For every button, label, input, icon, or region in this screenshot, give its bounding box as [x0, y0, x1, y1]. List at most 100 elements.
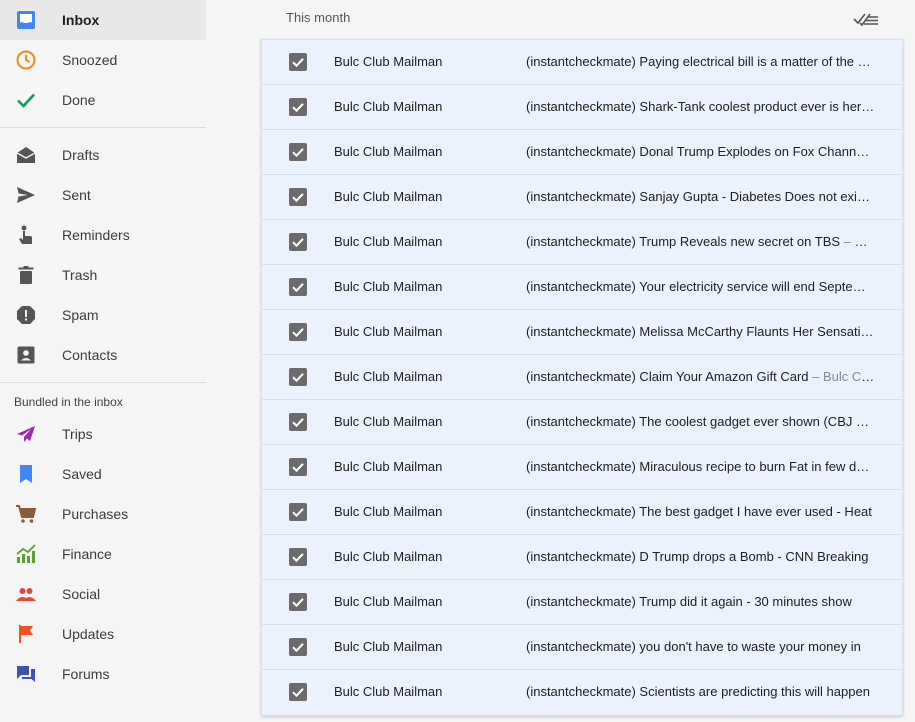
- email-row[interactable]: Bulc Club Mailman (instantcheckmate) Tru…: [262, 580, 902, 625]
- sidebar-item-snoozed[interactable]: Snoozed: [0, 40, 206, 80]
- sidebar-item-label: Contacts: [62, 347, 118, 363]
- sidebar-divider: [0, 382, 206, 383]
- flag-icon: [14, 622, 38, 646]
- email-sender: Bulc Club Mailman: [334, 684, 443, 699]
- sidebar-item-purchases[interactable]: Purchases: [0, 494, 206, 534]
- email-row[interactable]: Bulc Club Mailman (instantcheckmate) Pay…: [262, 40, 902, 85]
- email-subject-line: (instantcheckmate) Sanjay Gupta - Diabet…: [526, 175, 876, 219]
- select-checkbox[interactable]: [289, 458, 307, 476]
- drafts-icon: [14, 143, 38, 167]
- email-subject-line: (instantcheckmate) Scientists are predic…: [526, 670, 876, 714]
- sidebar-item-label: Forums: [62, 666, 110, 682]
- select-checkbox[interactable]: [289, 593, 307, 611]
- select-checkbox[interactable]: [289, 98, 307, 116]
- sidebar-item-label: Finance: [62, 546, 112, 562]
- select-checkbox[interactable]: [289, 188, 307, 206]
- email-row[interactable]: Bulc Club Mailman (instantcheckmate) Cla…: [262, 355, 902, 400]
- mark-all-done-icon[interactable]: [853, 8, 879, 28]
- email-list: Bulc Club Mailman (instantcheckmate) Pay…: [261, 39, 903, 716]
- email-subject: (instantcheckmate) The best gadget I hav…: [526, 504, 872, 519]
- sidebar-item-updates[interactable]: Updates: [0, 614, 206, 654]
- sidebar-item-label: Spam: [62, 307, 99, 323]
- select-checkbox[interactable]: [289, 143, 307, 161]
- sidebar-item-done[interactable]: Done: [0, 80, 206, 120]
- sidebar-item-contacts[interactable]: Contacts: [0, 335, 206, 375]
- email-row[interactable]: Bulc Club Mailman (instantcheckmate) Tru…: [262, 220, 902, 265]
- email-sender: Bulc Club Mailman: [334, 189, 443, 204]
- select-checkbox[interactable]: [289, 233, 307, 251]
- sidebar-item-label: Trips: [62, 426, 93, 442]
- sidebar-item-label: Purchases: [62, 506, 129, 522]
- email-sender: Bulc Club Mailman: [334, 504, 443, 519]
- checkmark-icon: [292, 148, 304, 158]
- checkmark-icon: [292, 643, 304, 653]
- nav-primary: Inbox Snoozed Done: [0, 0, 206, 120]
- sidebar-item-social[interactable]: Social: [0, 574, 206, 614]
- email-sender: Bulc Club Mailman: [334, 54, 443, 69]
- select-checkbox[interactable]: [289, 368, 307, 386]
- email-row[interactable]: Bulc Club Mailman (instantcheckmate) The…: [262, 490, 902, 535]
- email-sender: Bulc Club Mailman: [334, 639, 443, 654]
- email-subject: (instantcheckmate) Paying electrical bil…: [526, 54, 876, 69]
- email-subject-line: (instantcheckmate) The coolest gadget ev…: [526, 400, 876, 444]
- sidebar-item-label: Inbox: [62, 12, 100, 28]
- select-checkbox[interactable]: [289, 548, 307, 566]
- inbox-icon: [14, 8, 38, 32]
- sidebar-item-spam[interactable]: Spam: [0, 295, 206, 335]
- select-checkbox[interactable]: [289, 683, 307, 701]
- sidebar-item-sent[interactable]: Sent: [0, 175, 206, 215]
- checkmark-icon: [292, 598, 304, 608]
- email-row[interactable]: Bulc Club Mailman (instantcheckmate) Sci…: [262, 670, 902, 715]
- sidebar-item-inbox[interactable]: Inbox: [0, 0, 206, 40]
- sidebar-item-drafts[interactable]: Drafts: [0, 135, 206, 175]
- email-row[interactable]: Bulc Club Mailman (instantcheckmate) The…: [262, 400, 902, 445]
- forum-icon: [14, 662, 38, 686]
- send-icon: [14, 183, 38, 207]
- checkmark-icon: [292, 328, 304, 338]
- sidebar-item-saved[interactable]: Saved: [0, 454, 206, 494]
- email-row[interactable]: Bulc Club Mailman (instantcheckmate) Mel…: [262, 310, 902, 355]
- select-checkbox[interactable]: [289, 413, 307, 431]
- email-snippet: – Bulc Club: [843, 234, 876, 249]
- select-checkbox[interactable]: [289, 638, 307, 656]
- select-checkbox[interactable]: [289, 278, 307, 296]
- sidebar-item-reminders[interactable]: Reminders: [0, 215, 206, 255]
- email-sender: Bulc Club Mailman: [334, 324, 443, 339]
- email-row[interactable]: Bulc Club Mailman (instantcheckmate) Don…: [262, 130, 902, 175]
- email-row[interactable]: Bulc Club Mailman (instantcheckmate) you…: [262, 625, 902, 670]
- sidebar-item-finance[interactable]: Finance: [0, 534, 206, 574]
- checkmark-icon: [292, 58, 304, 68]
- sidebar-item-trips[interactable]: Trips: [0, 414, 206, 454]
- email-sender: Bulc Club Mailman: [334, 414, 443, 429]
- email-subject: (instantcheckmate) Miraculous recipe to …: [526, 459, 876, 474]
- sidebar-item-label: Social: [62, 586, 101, 602]
- sidebar-item-trash[interactable]: Trash: [0, 255, 206, 295]
- email-subject-line: (instantcheckmate) Trump did it again - …: [526, 580, 876, 624]
- sidebar-divider: [0, 127, 206, 128]
- email-row[interactable]: Bulc Club Mailman (instantcheckmate) D T…: [262, 535, 902, 580]
- email-sender: Bulc Club Mailman: [334, 279, 443, 294]
- spam-icon: [14, 303, 38, 327]
- bundled-section-label: Bundled in the inbox: [14, 395, 123, 409]
- email-row[interactable]: Bulc Club Mailman (instantcheckmate) Sha…: [262, 85, 902, 130]
- email-row[interactable]: Bulc Club Mailman (instantcheckmate) You…: [262, 265, 902, 310]
- email-row[interactable]: Bulc Club Mailman (instantcheckmate) Mir…: [262, 445, 902, 490]
- check-icon: [14, 88, 38, 112]
- checkmark-icon: [292, 193, 304, 203]
- select-checkbox[interactable]: [289, 503, 307, 521]
- sidebar-item-label: Trash: [62, 267, 98, 283]
- email-subject: (instantcheckmate) Your electricity serv…: [526, 279, 876, 294]
- sidebar-item-forums[interactable]: Forums: [0, 654, 206, 694]
- select-checkbox[interactable]: [289, 323, 307, 341]
- email-subject: (instantcheckmate) Trump did it again - …: [526, 594, 852, 609]
- group-header: This month: [286, 10, 351, 25]
- email-row[interactable]: Bulc Club Mailman (instantcheckmate) San…: [262, 175, 902, 220]
- select-checkbox[interactable]: [289, 53, 307, 71]
- email-subject-line: (instantcheckmate) Claim Your Amazon Gif…: [526, 355, 876, 399]
- email-subject-line: (instantcheckmate) Paying electrical bil…: [526, 40, 876, 84]
- checkmark-icon: [292, 508, 304, 518]
- email-subject: (instantcheckmate) Shark-Tank coolest pr…: [526, 99, 869, 114]
- email-subject: (instantcheckmate) Trump Reveals new sec…: [526, 234, 841, 249]
- trash-icon: [14, 263, 38, 287]
- email-subject-line: (instantcheckmate) Shark-Tank coolest pr…: [526, 85, 876, 129]
